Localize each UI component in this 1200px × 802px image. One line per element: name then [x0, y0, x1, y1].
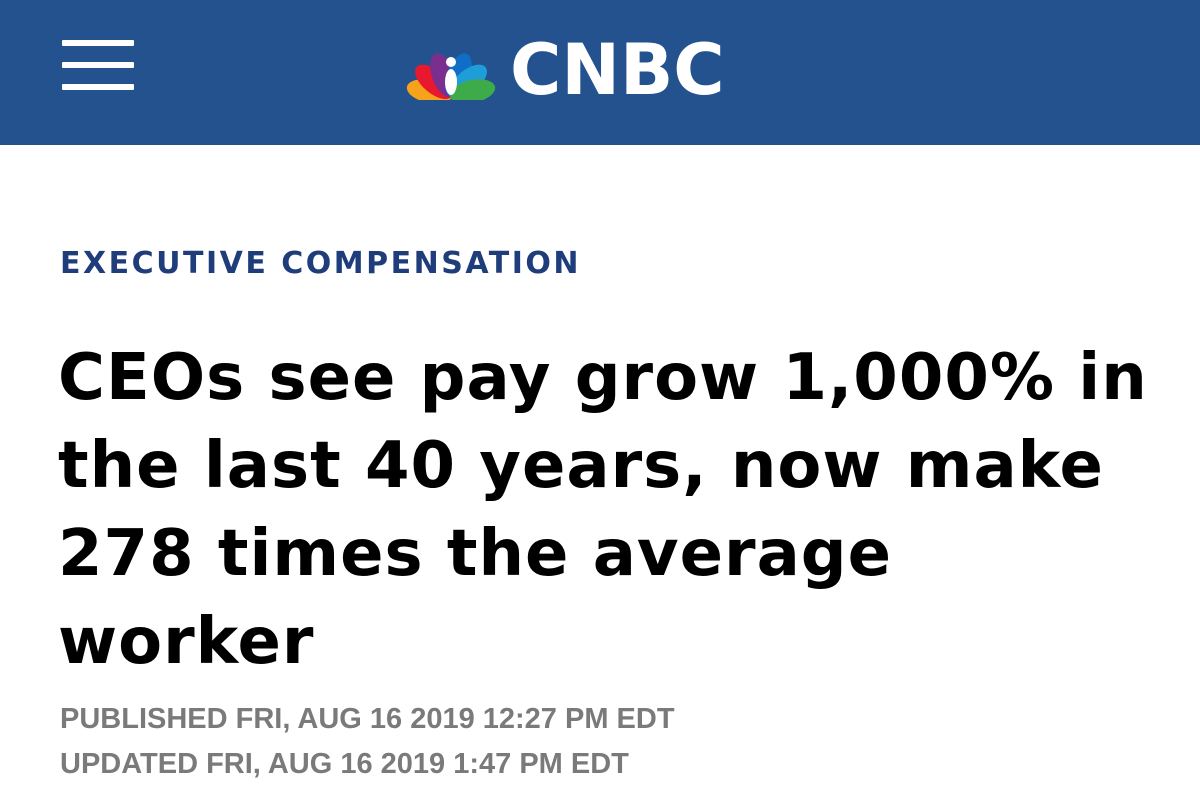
updated-timestamp: UPDATED FRI, AUG 16 2019 1:47 PM EDT: [60, 748, 629, 780]
section-kicker-link[interactable]: EXECUTIVE COMPENSATION: [60, 244, 581, 284]
site-header: CNBC: [0, 0, 1200, 145]
nbc-peacock-icon: [406, 53, 496, 100]
article-headline: CEOs see pay grow 1,000% in the last 40 …: [58, 341, 1148, 679]
hamburger-menu-icon[interactable]: [62, 40, 134, 90]
published-timestamp: PUBLISHED FRI, AUG 16 2019 12:27 PM EDT: [60, 703, 675, 735]
cnbc-logo[interactable]: CNBC: [398, 30, 798, 106]
cnbc-wordmark: CNBC: [510, 29, 725, 111]
